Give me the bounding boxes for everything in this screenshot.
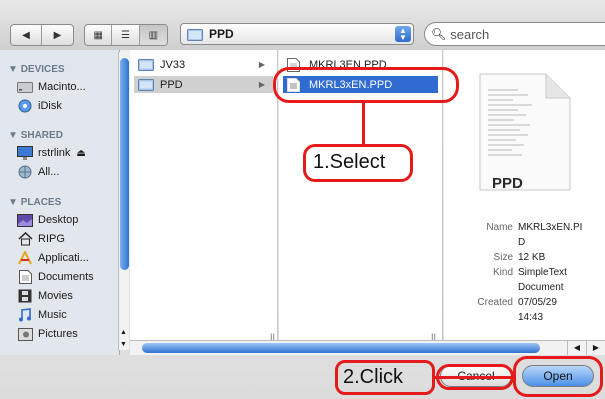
forward-button[interactable]: ▶ xyxy=(42,25,73,45)
sidebar-header-shared: ▼ SHARED xyxy=(8,130,63,141)
column-row-jv33[interactable]: JV33 ▶ xyxy=(134,56,273,73)
icon-view-icon: ▦ xyxy=(93,29,103,41)
scroll-right-icon[interactable]: ▶ xyxy=(586,341,605,355)
path-popup-label: PPD xyxy=(209,27,234,41)
info-value: 07/05/29 xyxy=(518,297,557,308)
folder-icon xyxy=(138,59,154,71)
scroll-left-icon[interactable]: ◀ xyxy=(567,341,586,355)
sidebar-scroll-thumb[interactable] xyxy=(120,58,129,270)
disclosure-arrow-icon: ▶ xyxy=(258,80,265,89)
back-button[interactable]: ◀ xyxy=(11,25,42,45)
hard-drive-icon xyxy=(17,80,33,94)
info-value: D xyxy=(518,237,526,248)
search-field: 🔍︎ xyxy=(424,22,605,46)
scroll-down-icon[interactable]: ▼ xyxy=(120,341,127,348)
browser-column-1: JV33 ▶ PPD ▶ II xyxy=(130,50,278,346)
nav-buttons: ◀ ▶ xyxy=(10,24,74,46)
sidebar-header-places: ▼ PLACES xyxy=(8,197,62,208)
sidebar-item-rstrlink[interactable]: rstrlink ⏏ xyxy=(17,144,86,162)
column-row-label: JV33 xyxy=(160,58,186,71)
sidebar-item-label: rstrlink xyxy=(38,147,71,159)
horizontal-scroll-thumb[interactable] xyxy=(142,343,540,353)
list-view-button[interactable]: ☰ xyxy=(112,25,140,45)
sidebar-item-macintosh[interactable]: Macinto... xyxy=(17,78,86,96)
sidebar-item-label: Music xyxy=(38,309,67,321)
folder-icon xyxy=(187,29,203,41)
column-view-button[interactable]: ▥ xyxy=(139,25,167,45)
select-callout-text: 1.Select xyxy=(313,151,386,173)
info-key: Kind xyxy=(492,267,513,278)
sidebar-item-label: Pictures xyxy=(38,328,78,340)
forward-arrow-icon: ▶ xyxy=(53,29,62,41)
music-icon xyxy=(17,308,33,322)
info-value: Document xyxy=(518,282,564,293)
sidebar-item-label: RIPG xyxy=(38,233,65,245)
click-callout-text: 2.Click xyxy=(343,366,404,388)
info-value: MKRL3xEN.PI xyxy=(518,222,583,233)
column-row-ppd[interactable]: PPD ▶ xyxy=(134,76,273,93)
scroll-up-icon[interactable]: ▲ xyxy=(120,329,127,336)
sidebar-item-desktop[interactable]: Desktop xyxy=(17,211,78,229)
column-view-icon: ▥ xyxy=(148,29,159,41)
select-callout-line xyxy=(362,102,365,146)
horizontal-scrollbar[interactable]: ◀ ▶ xyxy=(130,340,605,355)
preview-document-label: PPD xyxy=(492,175,523,192)
info-value: SimpleText xyxy=(518,267,567,278)
info-value: 12 KB xyxy=(518,252,546,263)
sidebar-scrollbar[interactable]: ▲ ▼ xyxy=(118,52,129,350)
sidebar-item-label: Movies xyxy=(38,290,73,302)
sidebar-item-idisk[interactable]: iDisk xyxy=(17,97,62,115)
open-highlight-ring xyxy=(513,356,603,397)
sidebar-item-applications[interactable]: Applicati... xyxy=(17,249,89,267)
popup-arrows-icon: ▲ ▼ xyxy=(395,26,411,42)
sidebar-item-all[interactable]: All... xyxy=(17,163,59,181)
cancel-highlight-ring xyxy=(436,364,514,390)
applications-icon xyxy=(17,251,33,265)
info-key: Size xyxy=(493,252,513,263)
path-popup[interactable]: PPD ▲ ▼ xyxy=(180,23,414,45)
home-icon xyxy=(17,232,33,246)
sidebar-item-label: iDisk xyxy=(38,100,62,112)
list-view-icon: ☰ xyxy=(121,29,130,41)
sidebar-item-pictures[interactable]: Pictures xyxy=(17,325,78,343)
eject-icon[interactable]: ⏏ xyxy=(76,148,85,159)
sidebar-item-label: Applicati... xyxy=(38,252,89,264)
movies-icon xyxy=(17,289,33,303)
sidebar-item-label: All... xyxy=(38,166,60,178)
column-row-label: PPD xyxy=(160,78,183,91)
select-highlight-ring xyxy=(273,67,459,103)
sidebar-item-movies[interactable]: Movies xyxy=(17,287,73,305)
folder-icon xyxy=(138,79,154,91)
network-icon xyxy=(17,165,33,179)
sidebar-item-music[interactable]: Music xyxy=(17,306,67,324)
sidebar-item-label: Desktop xyxy=(38,214,79,226)
ppd-document-icon xyxy=(479,73,571,191)
toolbar: ◀ ▶ ▦ ☰ ▥ PPD ▲ ▼ 🔍︎ xyxy=(0,0,605,50)
sidebar: ▼ DEVICES Macinto... iDisk ▼ SHARED rstr… xyxy=(0,50,120,355)
disclosure-arrow-icon: ▶ xyxy=(258,60,265,69)
view-buttons: ▦ ☰ ▥ xyxy=(84,24,168,46)
sidebar-item-documents[interactable]: Documents xyxy=(17,268,94,286)
info-value: 14:43 xyxy=(518,312,544,323)
preview-pane: PPD Name MKRL3xEN.PI D Size 12 KB Kind S… xyxy=(444,50,605,346)
info-key: Name xyxy=(486,222,513,233)
desktop-icon xyxy=(17,213,33,227)
search-input[interactable] xyxy=(450,26,581,42)
back-arrow-icon: ◀ xyxy=(22,29,30,41)
sidebar-item-label: Macinto... xyxy=(38,81,86,93)
info-key: Created xyxy=(477,297,513,308)
search-icon: 🔍︎ xyxy=(431,27,447,41)
horizontal-scroll-arrows: ◀ ▶ xyxy=(567,341,605,355)
sidebar-header-devices: ▼ DEVICES xyxy=(8,64,65,75)
pictures-icon xyxy=(17,327,33,341)
idisk-icon xyxy=(17,99,33,113)
icon-view-button[interactable]: ▦ xyxy=(85,25,113,45)
display-icon xyxy=(17,146,33,160)
documents-icon xyxy=(17,270,33,284)
sidebar-item-ripg[interactable]: RIPG xyxy=(17,230,65,248)
sidebar-item-label: Documents xyxy=(38,271,94,283)
